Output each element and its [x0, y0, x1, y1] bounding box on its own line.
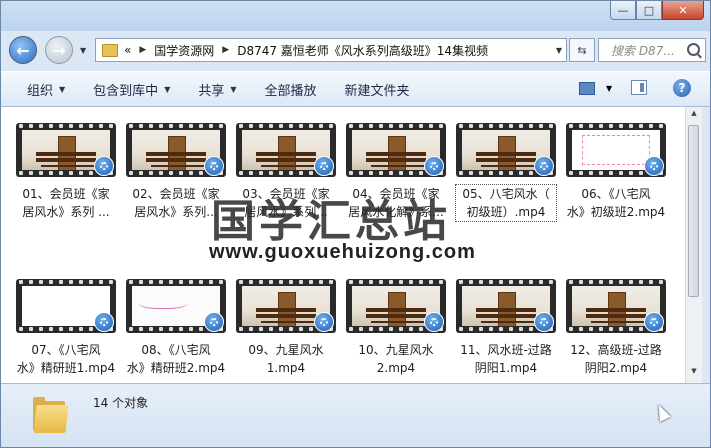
file-item[interactable]: 04、会员班《家 居风水化解》系...: [346, 123, 446, 221]
address-dropdown-icon[interactable]: ▼: [556, 46, 562, 55]
window-controls: — □ ✕: [610, 1, 704, 23]
breadcrumb-overflow[interactable]: «: [124, 43, 131, 57]
video-thumbnail: [566, 279, 666, 333]
organize-label: 组织: [27, 83, 54, 99]
media-player-icon: [314, 156, 334, 176]
file-item[interactable]: 05、八宅风水（ 初级班）.mp4: [455, 123, 557, 222]
media-player-icon: [204, 156, 224, 176]
file-name: 02、会员班《家 居风水》系列...: [132, 187, 220, 219]
window-border: [702, 107, 710, 383]
arrow-left-icon: ←: [16, 40, 30, 60]
file-name: 05、八宅风水（ 初级班）.mp4: [455, 184, 557, 222]
media-player-icon: [644, 156, 664, 176]
minimize-button[interactable]: —: [610, 1, 636, 20]
file-name: 08、《八宅风 水》精研班2.mp4: [126, 343, 226, 375]
breadcrumb-item-folder[interactable]: D8747 嘉恒老师《风水系列高级班》14集视频: [237, 42, 488, 59]
include-library-menu[interactable]: 包含到库中 ▼: [79, 80, 184, 99]
video-thumbnail: [346, 279, 446, 333]
video-thumbnail: [346, 123, 446, 177]
play-all-button[interactable]: 全部播放: [251, 80, 331, 99]
file-name: 04、会员班《家 居风水化解》系...: [348, 187, 444, 219]
chevron-right-icon[interactable]: ▶: [222, 45, 229, 55]
video-thumbnail: [566, 123, 666, 177]
file-list[interactable]: 01、会员班《家 居风水》系列 ... 02、会员班《家 居风水》系列... 03、…: [1, 107, 685, 383]
file-item[interactable]: 07、《八宅风 水》精研班1.mp4: [16, 279, 116, 377]
video-thumbnail: [16, 279, 116, 333]
file-item[interactable]: 01、会员班《家 居风水》系列 ...: [16, 123, 116, 221]
organize-menu[interactable]: 组织 ▼: [1, 80, 79, 99]
file-name: 01、会员班《家 居风水》系列 ...: [22, 187, 110, 219]
media-player-icon: [534, 312, 554, 332]
new-folder-button[interactable]: 新建文件夹: [331, 80, 424, 99]
file-name: 06、《八宅风 水》初级班2.mp4: [566, 187, 666, 219]
chevron-down-icon: ▼: [164, 84, 171, 94]
refresh-button[interactable]: ⇆: [569, 38, 595, 62]
watermark-url: www.guoxuehuizong.com: [209, 241, 476, 263]
change-view-icon[interactable]: [579, 82, 595, 95]
navigation-bar: ← → ▼ « ▶ 国学资源网 ▶ D8747 嘉恒老师《风水系列高级班》14集…: [1, 31, 710, 69]
view-dropdown-icon[interactable]: ▼: [606, 84, 612, 93]
chevron-down-icon: ▼: [59, 84, 66, 94]
file-name: 12、高级班-过路 阴阳2.mp4: [570, 343, 662, 375]
video-thumbnail: [236, 279, 336, 333]
chevron-right-icon[interactable]: ▶: [139, 45, 146, 55]
file-name: 07、《八宅风 水》精研班1.mp4: [16, 343, 116, 375]
back-button[interactable]: ←: [9, 36, 37, 64]
media-player-icon: [644, 312, 664, 332]
video-thumbnail: [126, 123, 226, 177]
maximize-button[interactable]: □: [636, 1, 662, 20]
breadcrumb-item-site[interactable]: 国学资源网: [154, 42, 214, 59]
media-player-icon: [94, 156, 114, 176]
file-name: 10、九星风水 2.mp4: [358, 343, 434, 375]
media-player-icon: [94, 312, 114, 332]
video-thumbnail: [236, 123, 336, 177]
file-item[interactable]: 08、《八宅风 水》精研班2.mp4: [126, 279, 226, 377]
file-item[interactable]: 03、会员班《家 居风水》系列...: [236, 123, 336, 221]
include-library-label: 包含到库中: [93, 83, 159, 99]
close-button[interactable]: ✕: [662, 1, 704, 20]
video-thumbnail: [16, 123, 116, 177]
scroll-up-icon[interactable]: ▲: [688, 109, 700, 123]
vertical-scrollbar[interactable]: ▲ ▼: [685, 107, 702, 383]
chevron-down-icon: ▼: [230, 84, 237, 94]
file-name: 11、风水班-过路 阴阳1.mp4: [460, 343, 552, 375]
folder-icon: [102, 43, 118, 57]
help-icon[interactable]: ?: [673, 79, 691, 97]
media-player-icon: [424, 312, 444, 332]
video-thumbnail: [456, 123, 556, 177]
title-bar[interactable]: — □ ✕: [1, 1, 710, 31]
explorer-window: — □ ✕ ← → ▼ « ▶ 国学资源网 ▶ D8747 嘉恒老师《风水系列高…: [0, 0, 711, 448]
scroll-down-icon[interactable]: ▼: [688, 367, 700, 381]
file-item[interactable]: 10、九星风水 2.mp4: [346, 279, 446, 377]
file-item[interactable]: 02、会员班《家 居风水》系列...: [126, 123, 226, 221]
file-item[interactable]: 09、九星风水 1.mp4: [236, 279, 336, 377]
file-item[interactable]: 11、风水班-过路 阴阳1.mp4: [456, 279, 556, 377]
item-count: 14 个对象: [93, 396, 149, 410]
media-player-icon: [204, 312, 224, 332]
share-menu[interactable]: 共享 ▼: [184, 80, 250, 99]
video-thumbnail: [456, 279, 556, 333]
file-name: 09、九星风水 1.mp4: [248, 343, 324, 375]
search-icon[interactable]: [687, 43, 700, 56]
search-placeholder: 搜索 D87...: [611, 43, 675, 58]
file-item[interactable]: 12、高级班-过路 阴阳2.mp4: [566, 279, 666, 377]
media-player-icon: [314, 312, 334, 332]
arrow-right-icon: →: [52, 40, 66, 60]
search-input[interactable]: 搜索 D87...: [598, 38, 706, 62]
command-bar: 组织 ▼ 包含到库中 ▼ 共享 ▼ 全部播放 新建文件夹 ▼ ?: [1, 71, 710, 107]
folder-icon: [31, 391, 69, 435]
forward-button[interactable]: →: [45, 36, 73, 64]
recent-pages-dropdown[interactable]: ▼: [80, 46, 86, 55]
media-player-icon: [424, 156, 444, 176]
media-player-icon: [534, 156, 554, 176]
scrollbar-thumb[interactable]: [688, 125, 699, 297]
file-name: 03、会员班《家 居风水》系列...: [242, 187, 330, 219]
details-pane: 14 个对象: [1, 383, 710, 447]
address-bar[interactable]: « ▶ 国学资源网 ▶ D8747 嘉恒老师《风水系列高级班》14集视频 ▼: [95, 38, 567, 62]
video-thumbnail: [126, 279, 226, 333]
preview-pane-icon[interactable]: [631, 80, 647, 95]
share-label: 共享: [198, 83, 225, 99]
file-item[interactable]: 06、《八宅风 水》初级班2.mp4: [566, 123, 666, 221]
